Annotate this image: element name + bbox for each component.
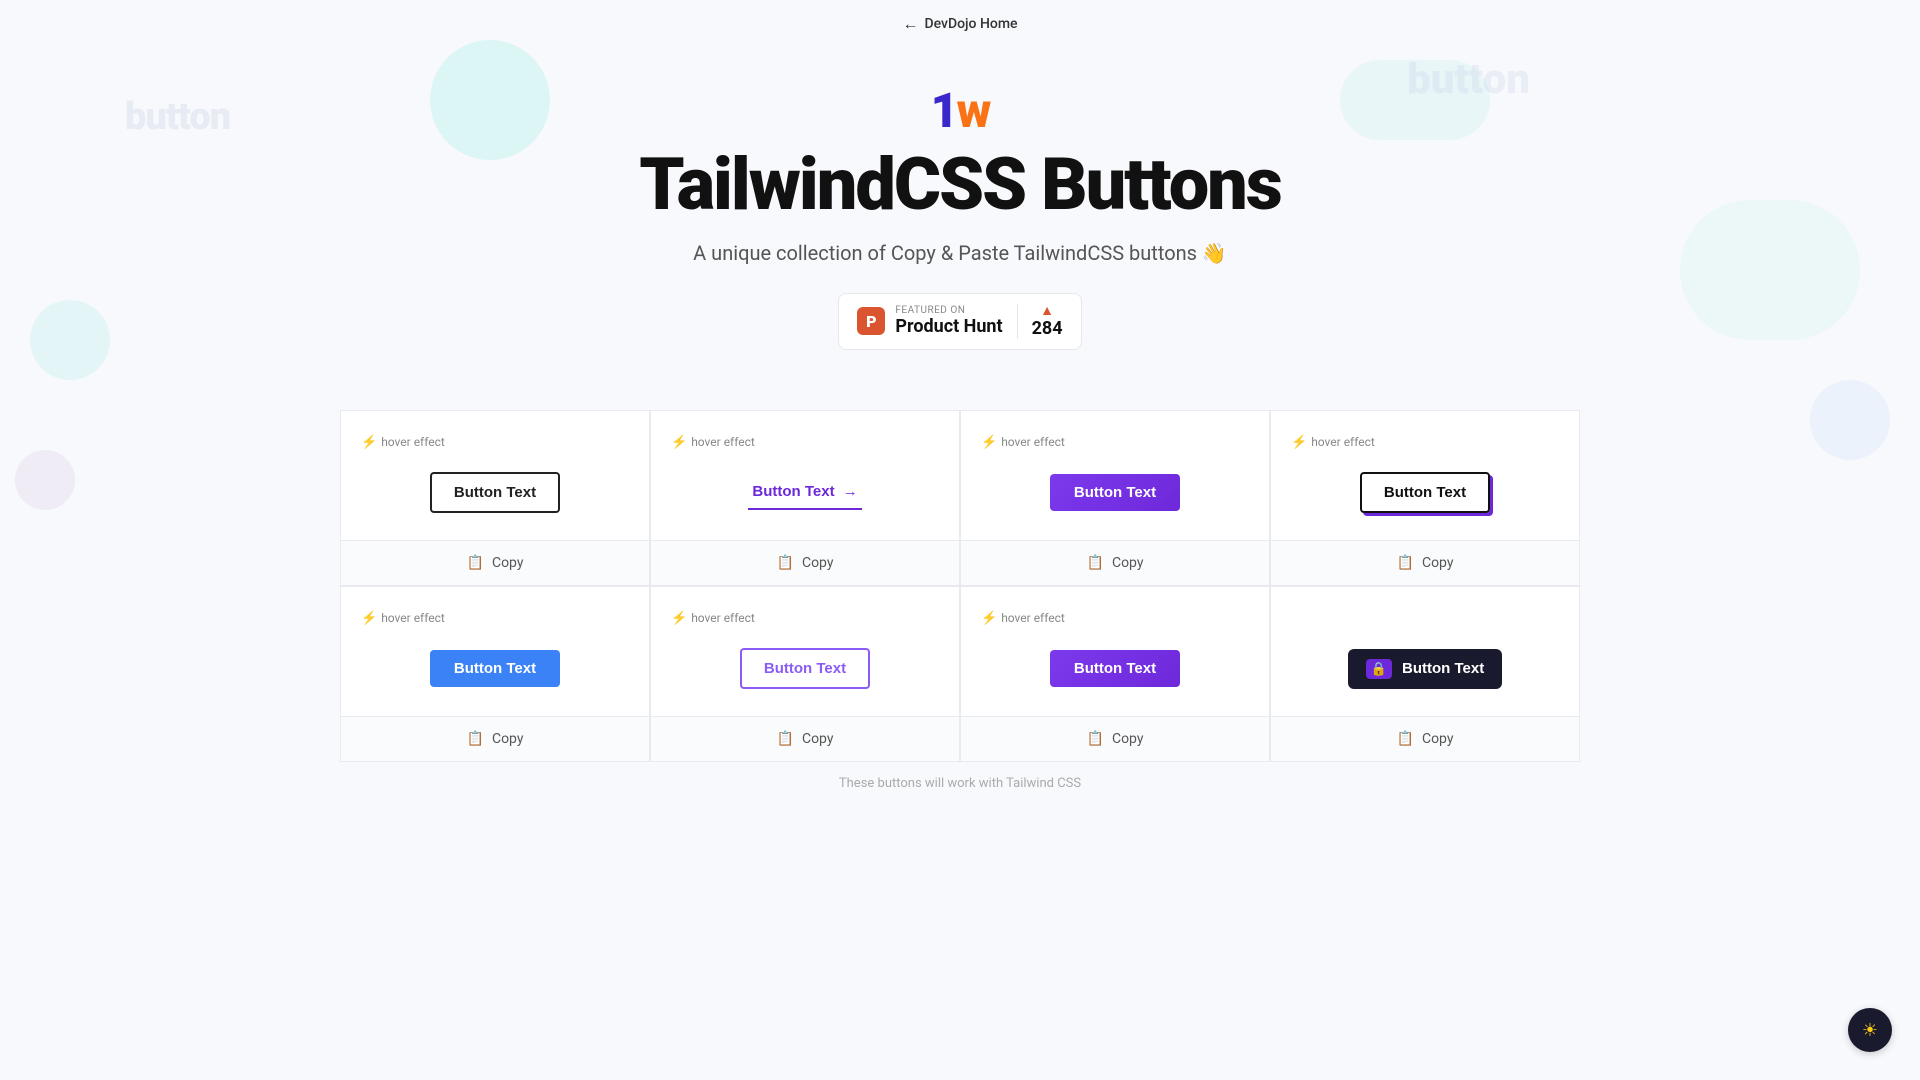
copy-icon-1: 📋 [467, 555, 484, 571]
button-card-3: ⚡ hover effect Button Text 📋 Copy [960, 410, 1270, 586]
ph-name: Product Hunt [895, 316, 1002, 337]
copy-icon-6: 📋 [777, 731, 794, 747]
demo-button-outline-dark[interactable]: Button Text [430, 472, 560, 513]
decorative-blob [15, 450, 75, 510]
hover-label-3: ⚡ hover effect [981, 435, 1065, 450]
top-nav: ← DevDojo Home [0, 0, 1920, 42]
hover-label-7: ⚡ hover effect [981, 611, 1065, 626]
demo-button-purple-filled[interactable]: Button Text [1050, 474, 1180, 511]
hover-label-1: ⚡ hover effect [361, 435, 445, 450]
copy-icon-2: 📋 [777, 555, 794, 571]
button-card-inner-1: ⚡ hover effect Button Text [341, 411, 649, 540]
product-hunt-badge[interactable]: P FEATURED ON Product Hunt ▲ 284 [838, 293, 1081, 350]
hover-label-4: ⚡ hover effect [1291, 435, 1375, 450]
lock-icon: 🔒 [1366, 659, 1392, 679]
btn-display-2: Button Text → [671, 470, 939, 540]
btn-display-6: Button Text [671, 646, 939, 716]
button-card-5: ⚡ hover effect Button Text 📋 Copy [340, 586, 650, 762]
copy-bar-6[interactable]: 📋 Copy [651, 716, 959, 761]
copy-icon-7: 📋 [1087, 731, 1104, 747]
bolt-icon: ⚡ [1291, 435, 1307, 450]
button-card-inner-8: ⚡ hover effect 🔒 Button Text [1271, 587, 1579, 716]
sun-icon: ☀ [1862, 1020, 1878, 1041]
page-title: TailwindCSS Buttons [20, 147, 1900, 223]
btn-display-8: 🔒 Button Text [1291, 646, 1559, 716]
button-card-inner-7: ⚡ hover effect Button Text [961, 587, 1269, 716]
button-card-8: ⚡ hover effect 🔒 Button Text 📋 Copy [1270, 586, 1580, 762]
btn-display-3: Button Text [981, 470, 1249, 540]
copy-bar-5[interactable]: 📋 Copy [341, 716, 649, 761]
button-card-inner-5: ⚡ hover effect Button Text [341, 587, 649, 716]
hover-label-6: ⚡ hover effect [671, 611, 755, 626]
btn-display-7: Button Text [981, 646, 1249, 716]
demo-button-purple-2[interactable]: Button Text [1050, 650, 1180, 687]
btn-display-5: Button Text [361, 646, 629, 716]
ph-count-block: ▲ 284 [1017, 304, 1063, 339]
logo-w: w [956, 82, 989, 139]
copy-bar-1[interactable]: 📋 Copy [341, 540, 649, 585]
arrow-icon: → [843, 483, 858, 500]
bolt-icon: ⚡ [361, 611, 377, 626]
hero-subtitle: A unique collection of Copy & Paste Tail… [20, 241, 1900, 265]
bolt-icon: ⚡ [671, 435, 687, 450]
demo-button-dark-icon[interactable]: 🔒 Button Text [1348, 649, 1502, 689]
logo-t: 1 [931, 82, 957, 139]
tw-logo: 1w [20, 82, 1900, 139]
buttons-grid-row1: ⚡ hover effect Button Text 📋 Copy ⚡ hove… [340, 410, 1580, 762]
button-card-6: ⚡ hover effect Button Text 📋 Copy [650, 586, 960, 762]
button-card-2: ⚡ hover effect Button Text → 📋 Copy [650, 410, 960, 586]
hero-section: 1w TailwindCSS Buttons A unique collecti… [0, 42, 1920, 360]
back-link[interactable]: ← DevDojo Home [902, 14, 1017, 34]
ph-logo-icon: P [857, 307, 885, 335]
bolt-icon: ⚡ [361, 435, 377, 450]
dark-mode-toggle[interactable]: ☀ [1848, 1008, 1892, 1052]
btn-display-1: Button Text [361, 470, 629, 540]
button-card-7: ⚡ hover effect Button Text 📋 Copy [960, 586, 1270, 762]
demo-button-outline-purple[interactable]: Button Text [740, 648, 870, 689]
copy-icon-3: 📋 [1087, 555, 1104, 571]
button-card-4: ⚡ hover effect Button Text 📋 Copy [1270, 410, 1580, 586]
back-arrow-icon: ← [902, 14, 918, 34]
btn-display-4: Button Text [1291, 470, 1559, 540]
button-card-inner-6: ⚡ hover effect Button Text [651, 587, 959, 716]
copy-icon-8: 📋 [1397, 731, 1414, 747]
back-label: DevDojo Home [924, 16, 1017, 32]
hover-label-5: ⚡ hover effect [361, 611, 445, 626]
ph-featured-label: FEATURED ON [895, 305, 965, 316]
bolt-icon: ⚡ [671, 611, 687, 626]
hover-label-2: ⚡ hover effect [671, 435, 755, 450]
ph-count: 284 [1032, 318, 1063, 339]
demo-button-outline-shadow[interactable]: Button Text [1360, 472, 1490, 513]
button-card-inner-4: ⚡ hover effect Button Text [1271, 411, 1579, 540]
copy-icon-5: 📋 [467, 731, 484, 747]
button-card-1: ⚡ hover effect Button Text 📋 Copy [340, 410, 650, 586]
bolt-icon: ⚡ [981, 611, 997, 626]
demo-button-blue-filled[interactable]: Button Text [430, 650, 560, 687]
bolt-icon: ⚡ [981, 435, 997, 450]
copy-bar-4[interactable]: 📋 Copy [1271, 540, 1579, 585]
copy-bar-8[interactable]: 📋 Copy [1271, 716, 1579, 761]
ph-upvote-icon: ▲ [1040, 304, 1054, 318]
buttons-section: ⚡ hover effect Button Text 📋 Copy ⚡ hove… [310, 410, 1610, 762]
bottom-hint: These buttons will work with Tailwind CS… [0, 762, 1920, 805]
copy-bar-3[interactable]: 📋 Copy [961, 540, 1269, 585]
copy-bar-2[interactable]: 📋 Copy [651, 540, 959, 585]
decorative-blob [1810, 380, 1890, 460]
copy-bar-7[interactable]: 📋 Copy [961, 716, 1269, 761]
demo-button-text-arrow[interactable]: Button Text → [748, 475, 861, 510]
button-card-inner-3: ⚡ hover effect Button Text [961, 411, 1269, 540]
button-card-inner-2: ⚡ hover effect Button Text → [651, 411, 959, 540]
ph-text-block: FEATURED ON Product Hunt [895, 305, 1002, 337]
copy-icon-4: 📋 [1397, 555, 1414, 571]
